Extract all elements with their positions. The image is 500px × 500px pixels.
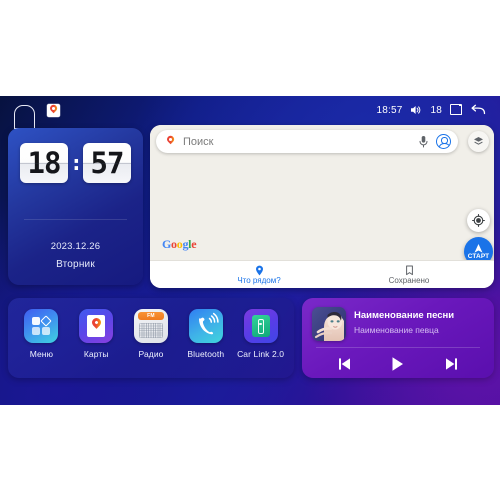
- search-input[interactable]: Поиск: [177, 136, 418, 148]
- status-bar-right: 18:57 18: [376, 103, 500, 116]
- flip-clock: 18 : 57: [8, 143, 143, 183]
- app-radio[interactable]: FM Радио: [126, 309, 176, 359]
- status-time: 18:57: [376, 104, 403, 116]
- home-icon[interactable]: [14, 104, 35, 129]
- device-screen: 18:57 18 18 : 57 2023.12.26 Вторник Поис…: [0, 96, 500, 405]
- car-link-icon: [243, 309, 278, 343]
- app-menu-label: Меню: [29, 349, 54, 359]
- location-pin-icon: [255, 265, 264, 276]
- start-button-label: СТАРТ: [467, 253, 490, 260]
- google-logo: Google: [162, 237, 197, 251]
- play-button[interactable]: [386, 354, 410, 374]
- app-dock: Меню Карты FM Радио Bluetooth Car Link 2…: [8, 298, 294, 378]
- map-search-bar[interactable]: Поиск: [156, 130, 458, 153]
- bluetooth-icon: [188, 309, 223, 343]
- status-bar-left: [0, 103, 60, 129]
- microphone-icon[interactable]: [418, 135, 429, 148]
- media-controls: [302, 352, 494, 376]
- status-bar: 18:57 18: [0, 96, 500, 129]
- map-widget[interactable]: Поиск СТАРТ Google Что рядом? Сохранено: [150, 125, 494, 288]
- account-avatar-icon[interactable]: [436, 134, 451, 149]
- clock-minutes: 57: [83, 143, 131, 183]
- clock-weekday: Вторник: [56, 259, 95, 270]
- app-bluetooth-label: Bluetooth: [187, 349, 225, 359]
- media-divider: [316, 347, 480, 348]
- app-maps-label: Карты: [83, 349, 109, 359]
- tab-whats-nearby[interactable]: Что рядом?: [184, 265, 334, 285]
- clock-date: 2023.12.26: [50, 241, 101, 252]
- clock-divider: [24, 219, 127, 220]
- album-art: [312, 307, 346, 341]
- media-title: Наименование песни: [354, 310, 455, 321]
- app-car-link[interactable]: Car Link 2.0: [236, 309, 286, 359]
- google-maps-pin-icon: [164, 135, 177, 148]
- tab-saved-label: Сохранено: [388, 275, 430, 285]
- back-arrow-icon[interactable]: [470, 104, 486, 116]
- app-radio-label: Радио: [138, 349, 164, 359]
- volume-level: 18: [430, 104, 442, 116]
- tab-whats-nearby-label: Что рядом?: [237, 275, 281, 285]
- google-maps-icon[interactable]: [47, 103, 60, 117]
- radio-app-icon: FM: [133, 309, 168, 343]
- clock-widget[interactable]: 18 : 57 2023.12.26 Вторник: [8, 128, 143, 285]
- app-grid-icon: [24, 309, 59, 343]
- app-menu[interactable]: Меню: [16, 309, 66, 359]
- media-artist: Наименование певца: [354, 325, 439, 335]
- next-track-button[interactable]: [439, 354, 463, 374]
- map-layers-icon[interactable]: [468, 131, 489, 152]
- media-player-widget[interactable]: Наименование песни Наименование певца: [302, 298, 494, 378]
- bookmark-icon: [405, 265, 414, 276]
- tab-saved[interactable]: Сохранено: [334, 265, 484, 285]
- map-bottom-tabs: Что рядом? Сохранено: [150, 260, 494, 288]
- clock-separator: :: [70, 151, 83, 175]
- radio-band-label: FM: [137, 312, 164, 320]
- app-bluetooth[interactable]: Bluetooth: [181, 309, 231, 359]
- clock-hours: 18: [20, 143, 68, 183]
- maps-app-icon: [79, 309, 114, 343]
- previous-track-button[interactable]: [333, 354, 357, 374]
- recent-apps-icon[interactable]: [450, 103, 462, 115]
- volume-icon[interactable]: [410, 104, 422, 116]
- my-location-icon[interactable]: [467, 209, 490, 232]
- app-maps[interactable]: Карты: [71, 309, 121, 359]
- app-car-link-label: Car Link 2.0: [237, 349, 285, 359]
